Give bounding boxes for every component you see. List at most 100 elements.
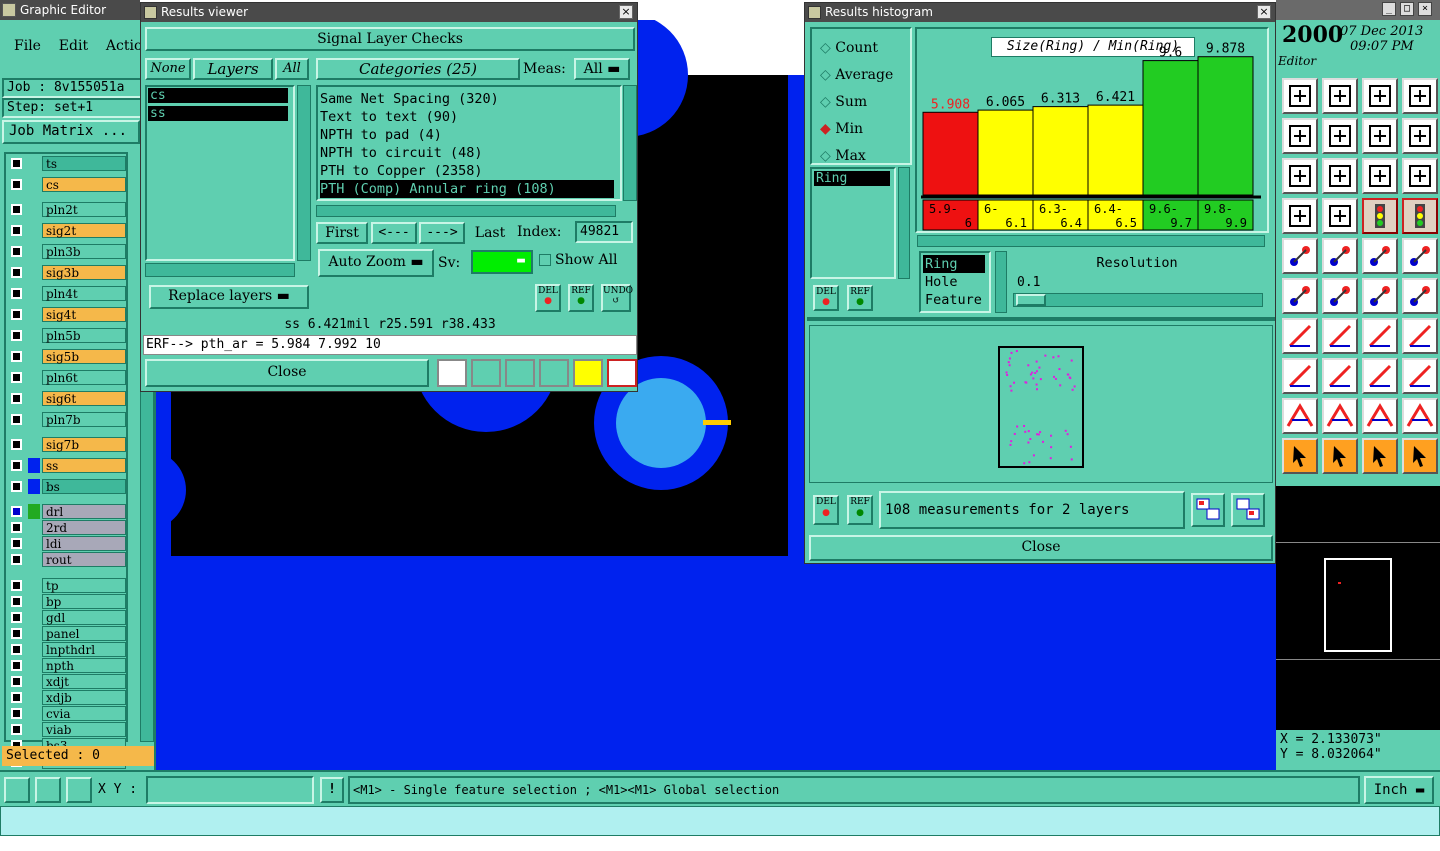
result-layer-ss[interactable]: ss — [148, 106, 288, 121]
measure-tool-icon[interactable] — [35, 777, 61, 803]
resolution-slider-handle[interactable] — [1016, 294, 1046, 306]
ratio-icon[interactable] — [1362, 158, 1398, 194]
feature-feature[interactable]: Feature — [923, 291, 987, 309]
layer-label[interactable]: sig6t — [42, 391, 126, 406]
layer-checkbox[interactable] — [11, 439, 22, 450]
layer-label[interactable]: npth — [42, 658, 126, 673]
layer-list-scroll[interactable] — [297, 85, 311, 261]
menu-action[interactable]: Actio — [106, 38, 142, 54]
move-pad-icon[interactable] — [1362, 278, 1398, 314]
layer-label[interactable]: pln5b — [42, 328, 126, 343]
select-pad-icon[interactable] — [1282, 238, 1318, 274]
feature-type-list[interactable]: Ring Hole Feature — [919, 251, 991, 313]
layer-label[interactable]: cs — [42, 177, 126, 192]
layer-label[interactable]: sig5b — [42, 349, 126, 364]
layer-label[interactable]: tp — [42, 578, 126, 593]
first-button[interactable]: First — [316, 222, 368, 244]
snake-icon[interactable] — [1402, 118, 1438, 154]
layer-row-ss[interactable]: ss — [8, 458, 126, 473]
layer-row-pln2t[interactable]: pln2t — [8, 202, 126, 217]
category-item[interactable]: NPTH to pad (4) — [320, 126, 620, 144]
layer-label[interactable]: pln3b — [42, 244, 126, 259]
layer-checkbox[interactable] — [11, 158, 22, 169]
rotate-pad-icon[interactable] — [1402, 278, 1438, 314]
replace-layers-dropdown[interactable]: Replace layers ▬ — [149, 285, 309, 309]
del-button[interactable]: DEL ● — [535, 284, 561, 312]
layer-row-2rd[interactable]: 2rd — [8, 520, 126, 535]
result-layer-cs[interactable]: cs — [148, 88, 288, 103]
severity-dropdown[interactable]: ▬ — [471, 250, 533, 274]
layer-row-sig3b[interactable]: sig3b — [8, 265, 126, 280]
layer-row-cs[interactable]: cs — [8, 177, 126, 192]
ruler-icon[interactable] — [1362, 238, 1398, 274]
layer-checkbox[interactable] — [11, 708, 22, 719]
option-min[interactable]: ◆ Min — [820, 116, 910, 143]
histogram-ring-item[interactable]: Ring — [814, 171, 890, 186]
split-icon[interactable] — [1402, 78, 1438, 114]
report-icon-2[interactable] — [471, 359, 501, 387]
histogram-bar[interactable] — [1197, 56, 1254, 196]
histogram-close-button[interactable]: Close — [809, 535, 1273, 561]
pointer-alt-icon[interactable] — [1322, 438, 1358, 474]
slash-icon[interactable] — [1322, 318, 1358, 354]
layer-label[interactable]: sig7b — [42, 437, 126, 452]
minimize-button[interactable]: _ — [1382, 2, 1396, 16]
command-line[interactable] — [0, 806, 1440, 836]
zoom-to-results-icon[interactable] — [1191, 493, 1225, 527]
layer-label[interactable]: pln4t — [42, 286, 126, 301]
category-item[interactable]: NPTH to circuit (48) — [320, 144, 620, 162]
prev-button[interactable]: <--- — [371, 222, 417, 244]
layer-row-lnpthdrl[interactable]: lnpthdrl — [8, 642, 126, 657]
category-list-hscroll[interactable] — [316, 205, 616, 217]
select-box-icon[interactable] — [1402, 238, 1438, 274]
step-right-icon[interactable] — [1322, 118, 1358, 154]
layer-row-ldi[interactable]: ldi — [8, 536, 126, 551]
layer-row-xdjt[interactable]: xdjt — [8, 674, 126, 689]
align-icon[interactable] — [1402, 318, 1438, 354]
window-menu-icon[interactable] — [144, 6, 157, 19]
next-button[interactable]: ---> — [419, 222, 465, 244]
layer-row-pln5b[interactable]: pln5b — [8, 328, 126, 343]
layer-checkbox[interactable] — [11, 179, 22, 190]
report-icon-3[interactable] — [505, 359, 535, 387]
ref-button[interactable]: REF ● — [568, 284, 594, 312]
results-viewer-close-icon[interactable]: × — [619, 5, 633, 19]
triangle-icon[interactable] — [1282, 398, 1318, 434]
layer-label[interactable]: cvia — [42, 706, 126, 721]
layer-row-sig7b[interactable]: sig7b — [8, 437, 126, 452]
home-icon[interactable] — [1362, 78, 1398, 114]
layer-row-sig6t[interactable]: sig6t — [8, 391, 126, 406]
layer-label[interactable]: bp — [42, 594, 126, 609]
step-left-icon[interactable] — [1282, 118, 1318, 154]
layer-label[interactable]: lnpthdrl — [42, 642, 126, 657]
layer-row-rout[interactable]: rout — [8, 552, 126, 567]
preview-ref-button[interactable]: REF ● — [847, 495, 873, 525]
layer-checkbox[interactable] — [11, 330, 22, 341]
zoom-tool-icon[interactable] — [4, 777, 30, 803]
layer-checkbox[interactable] — [11, 644, 22, 655]
none-button[interactable]: None — [145, 58, 191, 80]
layer-checkbox[interactable] — [11, 246, 22, 257]
layer-row-ts[interactable]: ts — [8, 156, 126, 171]
probe-icon[interactable] — [1322, 198, 1358, 234]
histogram-list-scroll[interactable] — [898, 167, 910, 279]
layer-label[interactable]: xdjt — [42, 674, 126, 689]
layer-row-drl[interactable]: drl — [8, 504, 126, 519]
category-item[interactable]: Text to text (90) — [320, 108, 620, 126]
layer-row-sig4t[interactable]: sig4t — [8, 307, 126, 322]
layer-list-hscroll[interactable] — [145, 263, 295, 277]
layer-checkbox[interactable] — [11, 481, 22, 492]
histogram-ref-button[interactable]: REF ● — [847, 285, 873, 311]
arch-cross-icon[interactable] — [1402, 398, 1438, 434]
histogram-close-icon[interactable]: × — [1257, 5, 1271, 19]
histogram-window-menu-icon[interactable] — [808, 6, 821, 19]
pointer-select-icon[interactable] — [1362, 438, 1398, 474]
maximize-button[interactable]: □ — [1400, 2, 1414, 16]
layer-checkbox[interactable] — [11, 554, 22, 565]
cut-line-icon[interactable] — [1322, 358, 1358, 394]
all-button[interactable]: All — [275, 58, 309, 80]
pad-cluster-icon[interactable] — [1402, 358, 1438, 394]
traffic-light-icon[interactable] — [1362, 198, 1398, 234]
layer-checkbox[interactable] — [11, 628, 22, 639]
preview-del-button[interactable]: DEL ● — [813, 495, 839, 525]
